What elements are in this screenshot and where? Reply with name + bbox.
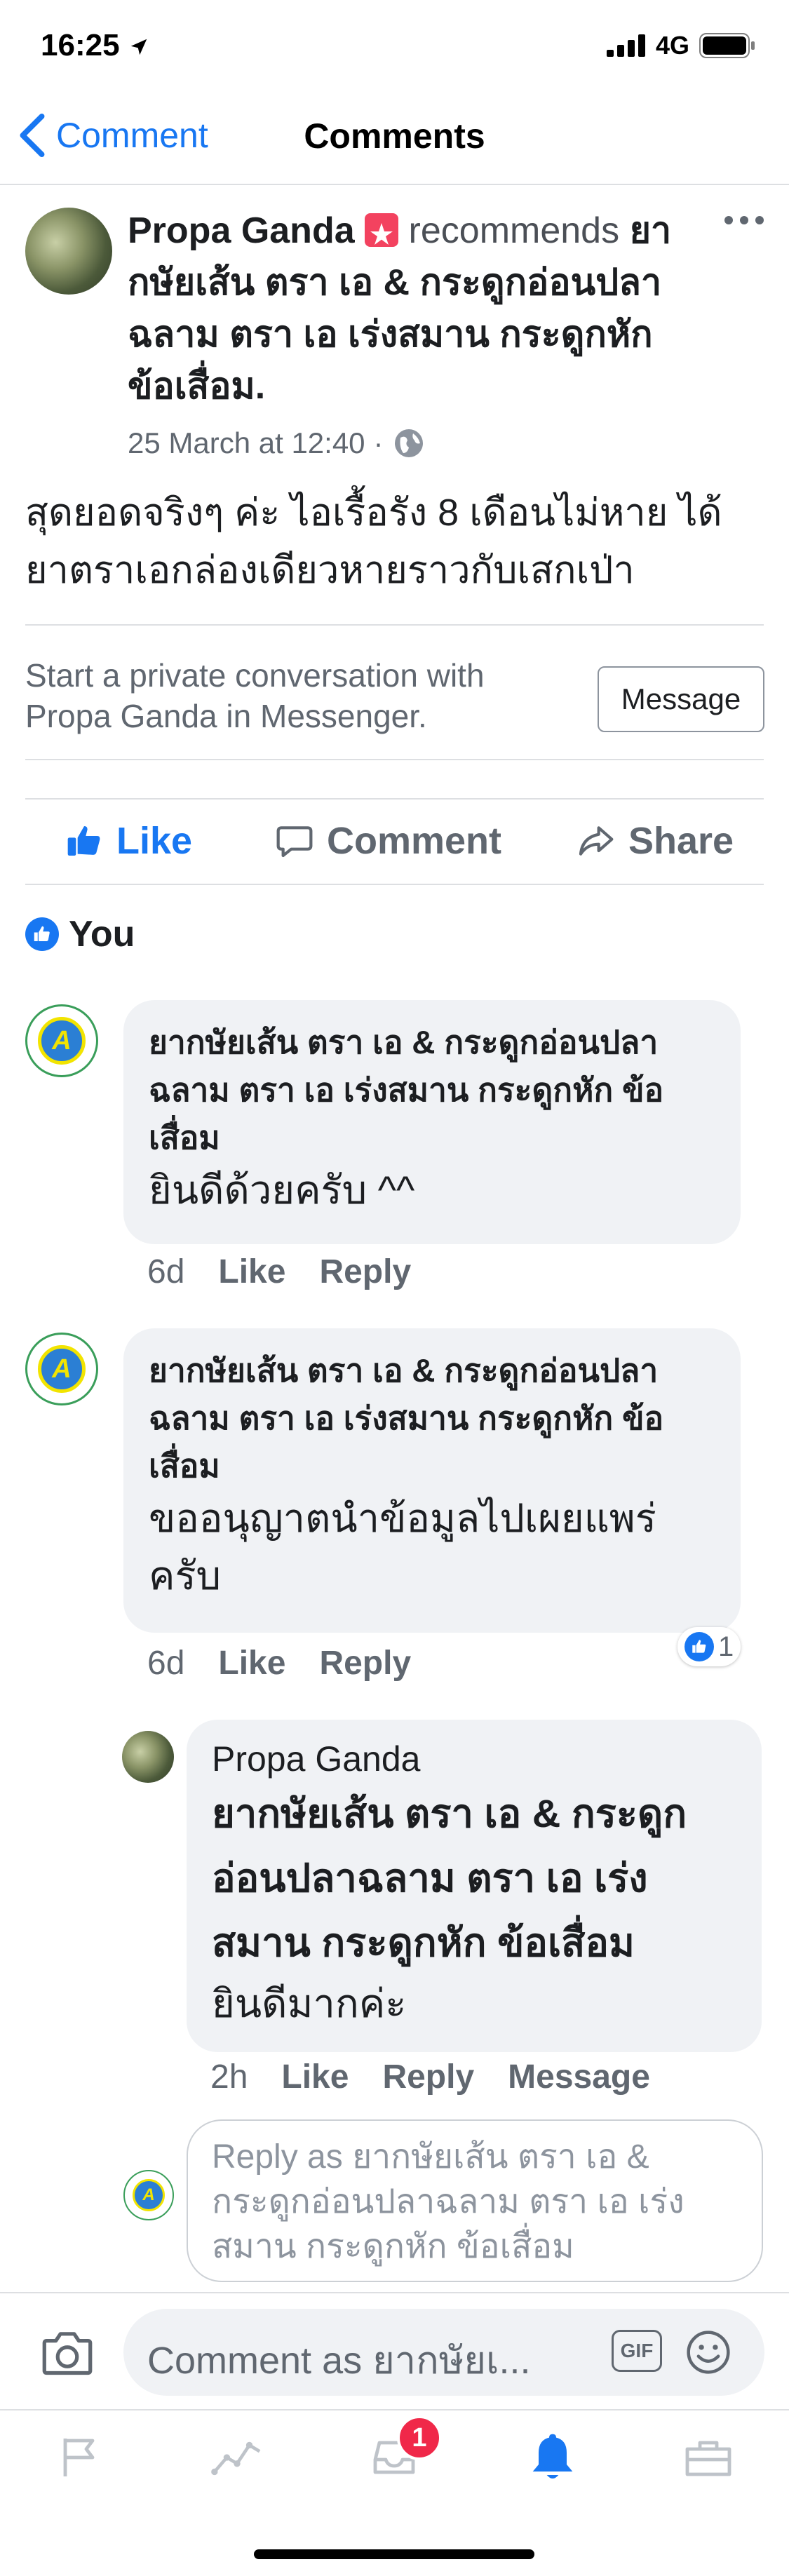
home-indicator	[254, 2549, 534, 2559]
divider	[25, 759, 764, 760]
comment-text: ยินดีด้วยครับ ^^	[149, 1168, 415, 1212]
composer-divider	[0, 2292, 789, 2293]
comment-like-button[interactable]: Like	[218, 1253, 285, 1291]
like-reaction-icon	[25, 917, 59, 951]
reaction-count: 1	[718, 1631, 734, 1662]
tab-insights[interactable]	[210, 2432, 264, 2486]
chevron-left-icon	[20, 113, 45, 158]
reply-author[interactable]: Propa Ganda	[212, 1737, 736, 1781]
post-header: Propa Ganda recommends ยากษัยเส้น ตรา เอ…	[128, 205, 675, 412]
status-time: 16:25	[41, 28, 149, 63]
post-meta: 25 March at 12:40 ·	[128, 426, 426, 460]
tab-pages[interactable]	[55, 2432, 105, 2486]
bell-icon	[532, 2434, 573, 2479]
brand-logo: A	[38, 1017, 86, 1065]
reactions-label: You	[69, 914, 135, 955]
share-arrow-icon	[579, 826, 614, 856]
comment-bubble-icon	[276, 826, 313, 858]
recommend-star-icon	[365, 213, 399, 248]
post-text: สุดยอดจริงๆ ค่ะ ไอเรื้อรัง 8 เดือนไม่หาย…	[25, 492, 722, 591]
network-type: 4G	[655, 31, 689, 60]
briefcase-icon	[685, 2441, 731, 2476]
activity-graph-icon	[211, 2441, 261, 2476]
like-button[interactable]: Like	[65, 819, 192, 863]
gif-button[interactable]: GIF	[612, 2330, 662, 2372]
comment-label: Comment	[327, 820, 502, 862]
post-author[interactable]: Propa Ganda	[128, 210, 355, 251]
reply-time: 2h	[210, 2058, 248, 2096]
reply-reply-button[interactable]: Reply	[382, 2058, 474, 2096]
comment-bubble[interactable]: ยากษัยเส้น ตรา เอ & กระดูกอ่อนปลาฉลาม ตร…	[123, 1000, 741, 1244]
brand-avatar[interactable]: A	[25, 1333, 98, 1405]
reply-input[interactable]: Reply as ยากษัยเส้น ตรา เอ & กระดูกอ่อนป…	[187, 2119, 763, 2282]
emoji-button[interactable]	[685, 2328, 732, 2380]
tab-tools[interactable]	[680, 2432, 736, 2486]
globe-icon	[394, 429, 423, 457]
reply-like-button[interactable]: Like	[281, 2058, 349, 2096]
camera-icon	[42, 2332, 93, 2375]
author-avatar[interactable]	[25, 208, 112, 295]
brand-logo: A	[38, 1345, 86, 1393]
message-button[interactable]: Message	[598, 666, 764, 732]
reply-input-placeholder: Reply as ยากษัยเส้น ตรา เอ & กระดูกอ่อนป…	[212, 2138, 685, 2265]
post-timestamp[interactable]: 25 March at 12:40	[128, 426, 365, 460]
back-label: Comment	[56, 116, 208, 155]
camera-button[interactable]	[39, 2327, 95, 2381]
flag-icon	[63, 2439, 95, 2476]
inbox-badge: 1	[397, 2415, 442, 2460]
reply-author-avatar[interactable]	[122, 1731, 174, 1783]
thumbs-up-icon	[67, 826, 100, 856]
brand-avatar[interactable]: A	[25, 1004, 98, 1077]
reactions-summary[interactable]: You	[25, 913, 135, 955]
comment-author[interactable]: ยากษัยเส้น ตรา เอ & กระดูกอ่อนปลาฉลาม ตร…	[149, 1018, 715, 1161]
back-button[interactable]: Comment	[17, 112, 208, 159]
like-reaction-icon	[685, 1632, 714, 1661]
reaction-count-badge[interactable]: 1	[677, 1627, 741, 1666]
battery-icon	[699, 33, 755, 58]
messenger-prompt: Start a private conversation with Propa …	[25, 657, 485, 734]
reply-meta: 2h Like Reply Message	[210, 2058, 650, 2096]
comment-text: ขออนุญาตนำข้อมูลไปเผยแพร่ครับ	[149, 1496, 656, 1598]
comment-like-button[interactable]: Like	[218, 1644, 285, 1683]
divider	[25, 798, 764, 800]
share-button[interactable]: Share	[575, 819, 734, 863]
comment-time: 6d	[147, 1645, 185, 1682]
share-label: Share	[628, 820, 734, 862]
comment-reply-button[interactable]: Reply	[319, 1644, 411, 1683]
comment-meta: 6d Like Reply	[147, 1644, 411, 1683]
divider	[25, 624, 764, 626]
reply-text: ยินดีมากค่ะ	[212, 1981, 407, 2025]
location-arrow-icon	[130, 39, 147, 55]
signal-icon	[606, 34, 645, 57]
post-action: recommends	[408, 210, 620, 251]
reply-as-avatar: A	[123, 2170, 174, 2220]
status-indicators: 4G	[606, 31, 755, 60]
comment-author[interactable]: ยากษัยเส้น ตรา เอ & กระดูกอ่อนปลาฉลาม ตร…	[149, 1347, 715, 1490]
comment-composer[interactable]: Comment as ยากษัยเ... GIF	[123, 2309, 764, 2396]
tabbar-divider	[0, 2409, 789, 2410]
comment-button[interactable]: Comment	[275, 819, 501, 863]
more-options-icon[interactable]	[724, 216, 764, 224]
composer-placeholder: Comment as ยากษัยเ...	[147, 2340, 531, 2382]
comment-time: 6d	[147, 1253, 185, 1290]
reply-mention[interactable]: ยากษัยเส้น ตรา เอ & กระดูกอ่อนปลาฉลาม ตร…	[212, 1781, 736, 1975]
divider	[25, 884, 764, 885]
like-label: Like	[116, 820, 193, 862]
comment-reply-button[interactable]: Reply	[319, 1253, 411, 1291]
reply-bubble[interactable]: Propa Ganda ยากษัยเส้น ตรา เอ & กระดูกอ่…	[187, 1720, 762, 2052]
brand-logo: A	[133, 2179, 165, 2211]
comment-bubble[interactable]: ยากษัยเส้น ตรา เอ & กระดูกอ่อนปลาฉลาม ตร…	[123, 1328, 741, 1633]
comment-meta: 6d Like Reply	[147, 1253, 411, 1291]
tab-notifications[interactable]	[525, 2429, 581, 2489]
reply-message-button[interactable]: Message	[508, 2058, 650, 2096]
nav-divider	[0, 184, 789, 185]
smiley-icon	[687, 2331, 730, 2374]
